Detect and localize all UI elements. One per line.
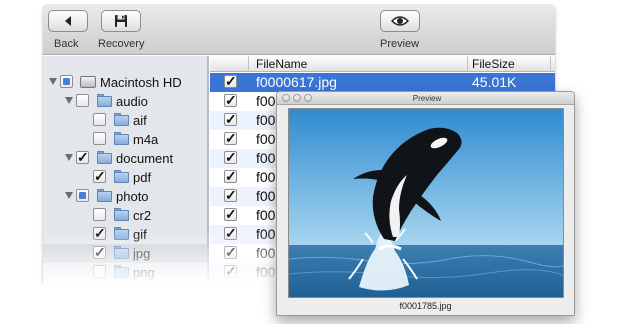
- tree-checkbox[interactable]: [93, 265, 106, 278]
- tree-checkbox[interactable]: [76, 189, 89, 202]
- file-checkbox[interactable]: ✓: [224, 74, 237, 88]
- folder-icon: [114, 265, 129, 278]
- back-button[interactable]: [48, 10, 88, 32]
- tree-item-macintosh-hd[interactable]: Macintosh HD: [43, 73, 207, 92]
- file-name: f00: [256, 207, 276, 223]
- tree-item-label: cr2: [133, 208, 152, 223]
- tree-item-pdf[interactable]: ✓ pdf: [43, 168, 207, 187]
- save-disk-icon: [115, 15, 127, 27]
- tree-checkbox[interactable]: ✓: [93, 169, 106, 183]
- file-size: 45.01K: [472, 74, 517, 90]
- file-name: f00: [256, 245, 276, 261]
- folder-icon: [97, 151, 112, 164]
- preview-label: Preview: [380, 38, 420, 50]
- preview-window-title: Preview: [412, 94, 442, 103]
- file-name: f00: [256, 264, 276, 280]
- tree-item-photo[interactable]: photo: [43, 187, 207, 206]
- file-name: f00: [256, 93, 276, 109]
- minimize-window-button[interactable]: [293, 94, 301, 102]
- file-row[interactable]: ✓ f0000617.jpg 45.01K: [210, 73, 555, 92]
- folder-icon: [114, 227, 129, 240]
- tree-item-label: document: [116, 151, 174, 166]
- disclosure-triangle-icon[interactable]: [65, 192, 73, 199]
- folder-icon: [114, 132, 129, 145]
- folder-icon: [114, 170, 129, 183]
- tree-item-m4a[interactable]: m4a: [43, 130, 207, 149]
- preview-caption: f0001785.jpg: [399, 301, 452, 311]
- file-name: f0000617.jpg: [256, 74, 337, 90]
- folder-icon: [114, 208, 129, 221]
- file-name: f00: [256, 150, 276, 166]
- back-arrow-icon: [65, 16, 71, 26]
- orca-photo: [289, 109, 563, 297]
- file-checkbox[interactable]: ✓: [224, 188, 237, 202]
- recovery-button[interactable]: [101, 10, 141, 32]
- recovery-label: Recovery: [98, 38, 145, 50]
- tree-checkbox[interactable]: [93, 132, 106, 145]
- file-checkbox[interactable]: ✓: [224, 112, 237, 126]
- tree-checkbox[interactable]: [93, 113, 106, 126]
- file-checkbox[interactable]: ✓: [224, 226, 237, 240]
- folder-icon: [97, 94, 112, 107]
- folder-icon: [97, 189, 112, 202]
- folder-icon: [114, 246, 129, 259]
- tree-item-aif[interactable]: aif: [43, 111, 207, 130]
- tree-item-label: jpg: [133, 246, 151, 261]
- file-name: f00: [256, 188, 276, 204]
- column-separator[interactable]: [550, 56, 551, 72]
- tree-item-label: photo: [116, 189, 149, 204]
- tree-checkbox[interactable]: [60, 75, 73, 88]
- tree-item-png[interactable]: png: [43, 263, 207, 281]
- file-checkbox[interactable]: ✓: [224, 131, 237, 145]
- zoom-window-button[interactable]: [304, 94, 312, 102]
- hard-disk-icon: [80, 76, 96, 88]
- tree-item-label: audio: [116, 94, 148, 109]
- tree-item-label: aif: [133, 113, 147, 128]
- tree-checkbox[interactable]: [76, 94, 89, 107]
- tree-item-document[interactable]: ✓ document: [43, 149, 207, 168]
- preview-window: Preview f0001785.jpg: [276, 91, 575, 316]
- preview-button[interactable]: [380, 10, 420, 32]
- tree-item-label: m4a: [133, 132, 159, 147]
- preview-titlebar[interactable]: Preview: [277, 92, 574, 105]
- column-header-filesize[interactable]: FileSize: [472, 56, 515, 72]
- tree-item-label: gif: [133, 227, 147, 242]
- tree-checkbox[interactable]: ✓: [93, 226, 106, 240]
- disclosure-triangle-icon[interactable]: [49, 78, 57, 85]
- back-label: Back: [54, 38, 79, 50]
- tree-item-label: pdf: [133, 170, 152, 185]
- folder-icon: [114, 113, 129, 126]
- file-name: f00: [256, 131, 276, 147]
- file-checkbox[interactable]: ✓: [224, 245, 237, 259]
- disclosure-triangle-icon[interactable]: [65, 97, 73, 104]
- tree-checkbox[interactable]: [93, 208, 106, 221]
- folder-tree: Macintosh HD audio aif m4a ✓ document ✓ …: [43, 56, 209, 281]
- file-name: f00: [256, 169, 276, 185]
- tree-item-audio[interactable]: audio: [43, 92, 207, 111]
- preview-image: [288, 108, 564, 298]
- tree-checkbox[interactable]: ✓: [93, 245, 106, 259]
- file-checkbox[interactable]: ✓: [224, 150, 237, 164]
- tree-item-gif[interactable]: ✓ gif: [43, 225, 207, 244]
- disclosure-triangle-icon[interactable]: [65, 154, 73, 161]
- toolbar: Back Recovery Preview: [43, 5, 555, 55]
- file-name: f00: [256, 226, 276, 242]
- column-header-filename[interactable]: FileName: [256, 56, 307, 72]
- column-separator[interactable]: [467, 56, 468, 72]
- eye-icon: [391, 16, 409, 26]
- tree-item-label: Macintosh HD: [100, 75, 182, 90]
- file-checkbox[interactable]: ✓: [224, 93, 237, 107]
- tree-checkbox[interactable]: ✓: [76, 150, 89, 164]
- file-checkbox[interactable]: ✓: [224, 207, 237, 221]
- file-name: f00: [256, 112, 276, 128]
- column-separator[interactable]: [248, 56, 249, 72]
- file-checkbox[interactable]: ✓: [224, 264, 237, 278]
- file-list-header: FileName FileSize: [210, 56, 555, 72]
- tree-item-jpg[interactable]: ✓ jpg: [43, 244, 207, 263]
- tree-item-label: png: [133, 265, 155, 280]
- file-checkbox[interactable]: ✓: [224, 169, 237, 183]
- tree-item-cr2[interactable]: cr2: [43, 206, 207, 225]
- close-window-button[interactable]: [282, 94, 290, 102]
